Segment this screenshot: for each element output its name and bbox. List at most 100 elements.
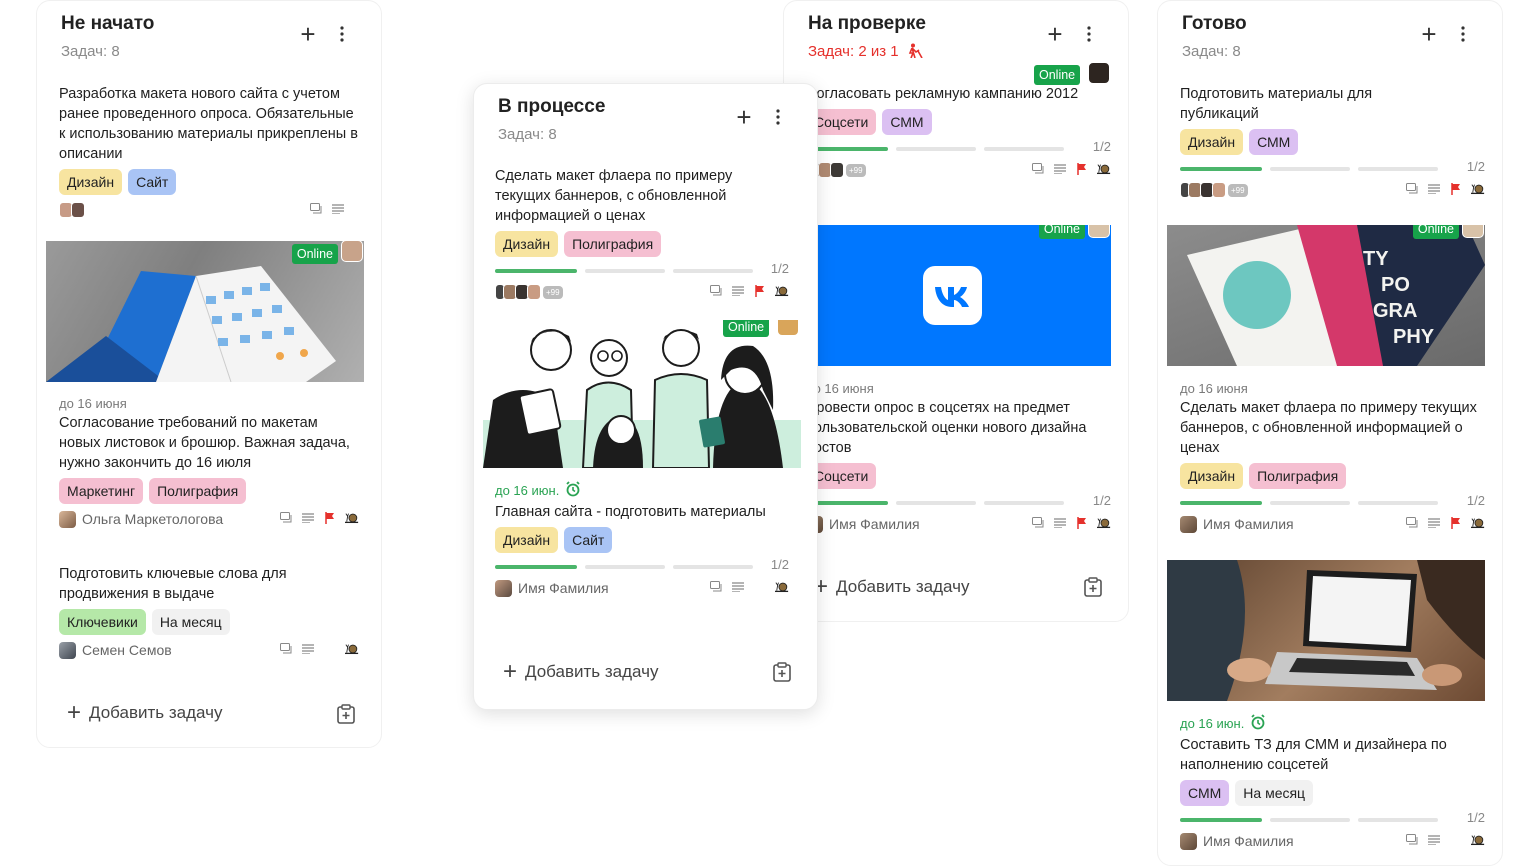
description-icon[interactable]	[1427, 833, 1441, 847]
snail-icon[interactable]	[1097, 516, 1111, 530]
assignee[interactable]: Имя Фамилия	[1180, 515, 1294, 533]
assignee[interactable]: Имя Фамилия	[1180, 832, 1294, 850]
snail-icon[interactable]	[1471, 833, 1485, 847]
flag-icon[interactable]	[323, 511, 337, 525]
comment-icon[interactable]	[1031, 516, 1045, 530]
kebab-menu-icon[interactable]	[1452, 23, 1474, 45]
tag[interactable]: Полиграфия	[1249, 463, 1347, 489]
snail-icon[interactable]	[1471, 516, 1485, 530]
tag[interactable]: Дизайн	[1180, 129, 1244, 155]
comment-icon[interactable]	[279, 511, 293, 525]
kebab-menu-icon[interactable]	[767, 106, 789, 128]
description-icon[interactable]	[731, 580, 745, 594]
comment-icon[interactable]	[309, 202, 323, 216]
comment-icon[interactable]	[279, 642, 293, 656]
clipboard-add-icon[interactable]	[1084, 577, 1102, 597]
tag[interactable]: На месяц	[151, 609, 230, 635]
task-cover-image[interactable]: Online	[46, 241, 364, 382]
progress-bar: 1/2	[495, 261, 789, 277]
add-task-plus-icon[interactable]: +	[733, 104, 755, 130]
avatar[interactable]	[1088, 225, 1110, 238]
avatar-group[interactable]: +99	[495, 284, 563, 300]
assignee[interactable]: Имя Фамилия	[495, 579, 609, 597]
description-icon[interactable]	[1427, 182, 1441, 196]
description-icon[interactable]	[1427, 516, 1441, 530]
description-icon[interactable]	[731, 284, 745, 298]
task-card[interactable]: до 16 июня Согласование требований по ма…	[59, 396, 359, 530]
tag[interactable]: На месяц	[1235, 780, 1314, 806]
add-task-button[interactable]: + Добавить задачу	[814, 575, 970, 599]
flag-icon[interactable]	[1449, 182, 1463, 196]
tag[interactable]: СММ	[1249, 129, 1299, 155]
tag[interactable]: Дизайн	[495, 527, 559, 553]
tag[interactable]: Полиграфия	[149, 478, 247, 504]
task-cover-image[interactable]	[1167, 560, 1485, 701]
assignee[interactable]: Семен Семов	[59, 641, 172, 659]
checklist-count: 1/2	[1466, 810, 1485, 825]
description-icon[interactable]	[331, 202, 345, 216]
task-cover-image[interactable]: Online	[483, 320, 801, 468]
flag-icon[interactable]	[753, 284, 767, 298]
add-task-plus-icon[interactable]: +	[1418, 21, 1440, 47]
avatar-group[interactable]: +99	[1180, 182, 1248, 198]
task-card[interactable]: до 16 июня Провести опрос в соцсетях на …	[806, 381, 1111, 535]
snail-icon[interactable]	[1471, 182, 1485, 196]
tag[interactable]: Сайт	[128, 169, 177, 195]
add-task-plus-icon[interactable]: +	[1044, 21, 1066, 47]
snail-icon[interactable]	[345, 642, 359, 656]
tag[interactable]: СММ	[1180, 780, 1230, 806]
comment-icon[interactable]	[709, 580, 723, 594]
description-icon[interactable]	[301, 642, 315, 656]
comment-icon[interactable]	[1031, 162, 1045, 176]
clipboard-add-icon[interactable]	[773, 662, 791, 682]
add-task-button[interactable]: + Добавить задачу	[67, 701, 222, 725]
flag-icon[interactable]	[1075, 162, 1089, 176]
flag-icon[interactable]	[1449, 516, 1463, 530]
assignee[interactable]: Имя Фамилия	[806, 515, 920, 533]
task-card[interactable]: Согласовать рекламную кампанию 2012 Соцс…	[806, 84, 1111, 181]
description-icon[interactable]	[1053, 516, 1067, 530]
tag[interactable]: СММ	[882, 109, 932, 135]
task-card[interactable]: до 16 июн. Главная сайта - подготовить м…	[495, 481, 789, 599]
snail-icon[interactable]	[775, 580, 789, 594]
tag[interactable]: Дизайн	[495, 231, 559, 257]
task-card[interactable]: Разработка макета нового сайта с учетом …	[59, 84, 359, 221]
task-cover-image[interactable]: Online	[793, 225, 1111, 366]
comment-icon[interactable]	[1405, 516, 1419, 530]
task-card[interactable]: Подготовить ключевые слова для продвижен…	[59, 564, 359, 661]
snail-icon[interactable]	[1097, 162, 1111, 176]
kebab-menu-icon[interactable]	[331, 23, 353, 45]
comment-icon[interactable]	[709, 284, 723, 298]
avatar-group[interactable]	[59, 202, 85, 218]
description-icon[interactable]	[301, 511, 315, 525]
tag[interactable]: Маркетинг	[59, 478, 144, 504]
tag[interactable]: Ключевики	[59, 609, 146, 635]
tag[interactable]: Сайт	[564, 527, 613, 553]
task-card[interactable]: Подготовить материалы для публикаций Диз…	[1180, 84, 1485, 201]
assignee[interactable]: Ольга Маркетологова	[59, 510, 223, 528]
tag[interactable]: Дизайн	[59, 169, 123, 195]
snail-icon[interactable]	[775, 284, 789, 298]
add-task-button[interactable]: + Добавить задачу	[503, 660, 658, 684]
task-card[interactable]: Сделать макет флаера по примеру текущих …	[495, 166, 789, 303]
flag-icon[interactable]	[1075, 516, 1089, 530]
tag[interactable]: Дизайн	[1180, 463, 1244, 489]
snail-icon[interactable]	[345, 511, 359, 525]
tag[interactable]: Полиграфия	[564, 231, 662, 257]
clipboard-add-icon[interactable]	[337, 704, 355, 724]
kebab-menu-icon[interactable]	[1078, 23, 1100, 45]
avatar[interactable]	[341, 241, 363, 262]
avatar[interactable]	[777, 320, 799, 336]
comment-icon[interactable]	[1405, 182, 1419, 196]
task-card[interactable]: до 16 июн. Составить ТЗ для СММ и дизайн…	[1180, 714, 1485, 852]
avatar[interactable]	[1088, 62, 1110, 84]
avatar	[59, 510, 76, 528]
add-task-plus-icon[interactable]: +	[297, 21, 319, 47]
task-cover-image[interactable]: TY PO GRA PHY Online	[1167, 225, 1485, 366]
column-in-progress[interactable]: В процессе Задач: 8 + Сделать макет флае…	[473, 83, 818, 710]
comment-icon[interactable]	[1405, 833, 1419, 847]
description-icon[interactable]	[1053, 162, 1067, 176]
task-card[interactable]: до 16 июня Сделать макет флаера по приме…	[1180, 381, 1485, 535]
add-task-label: Добавить задачу	[836, 577, 970, 596]
avatar[interactable]	[1462, 225, 1484, 238]
